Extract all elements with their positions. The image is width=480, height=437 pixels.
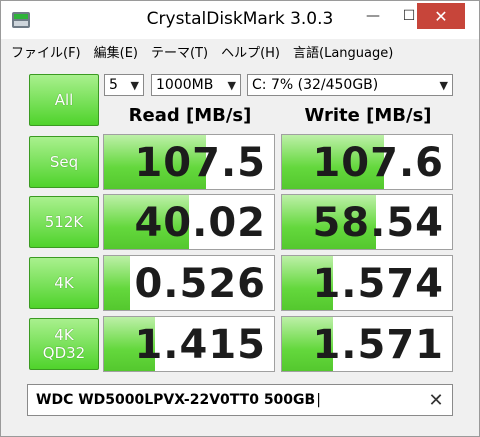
4k-button[interactable]: 4K: [29, 257, 99, 309]
menu-bar: ファイル(F) 編集(E) テーマ(T) ヘルプ(H) 言語(Language): [1, 39, 479, 63]
512k-write-cell: 58.54: [281, 194, 453, 250]
test-count-value: 5: [109, 77, 118, 93]
text-caret: |: [316, 392, 321, 408]
4k-write-cell: 1.574: [281, 255, 453, 311]
chevron-down-icon: ▼: [227, 79, 236, 92]
4k-qd32-label-line1: 4K: [54, 326, 74, 344]
seq-read-cell: 107.5: [103, 134, 275, 190]
comment-text: WDC WD5000LPVX-22V0TT0 500GB: [36, 392, 316, 408]
512k-button[interactable]: 512K: [29, 196, 99, 248]
4k-qd32-read-value: 1.415: [134, 322, 266, 368]
4k-read-cell: 0.526: [103, 255, 275, 311]
chevron-down-icon: ▼: [130, 79, 139, 92]
seq-write-cell: 107.6: [281, 134, 453, 190]
test-count-select[interactable]: 5 ▼: [104, 74, 144, 96]
menu-help[interactable]: ヘルプ(H): [221, 42, 280, 61]
close-button[interactable]: ✕: [417, 3, 465, 29]
512k-read-value: 40.02: [134, 200, 266, 246]
512k-write-value: 58.54: [312, 200, 444, 246]
menu-theme[interactable]: テーマ(T): [151, 42, 208, 61]
seq-read-value: 107.5: [134, 140, 266, 186]
drive-value: C: 7% (32/450GB): [252, 77, 379, 93]
4k-write-value: 1.574: [312, 261, 444, 307]
menu-edit[interactable]: 編集(E): [94, 42, 138, 61]
512k-read-cell: 40.02: [103, 194, 275, 250]
drive-select[interactable]: C: 7% (32/450GB) ▼: [247, 74, 453, 96]
test-size-select[interactable]: 1000MB ▼: [151, 74, 241, 96]
4k-qd32-write-cell: 1.571: [281, 316, 453, 372]
comment-input[interactable]: WDC WD5000LPVX-22V0TT0 500GB |: [27, 384, 453, 416]
seq-button[interactable]: Seq: [29, 136, 99, 188]
chevron-down-icon: ▼: [439, 79, 448, 92]
4k-qd32-read-cell: 1.415: [103, 316, 275, 372]
write-header: Write [MB/s]: [304, 105, 432, 126]
read-header: Read [MB/s]: [128, 105, 252, 126]
4k-qd32-write-value: 1.571: [312, 322, 444, 368]
menu-language[interactable]: 言語(Language): [293, 42, 393, 61]
4k-qd32-button[interactable]: 4K QD32: [29, 318, 99, 370]
menu-file[interactable]: ファイル(F): [11, 42, 81, 61]
clear-icon[interactable]: ✕: [425, 389, 447, 411]
4k-qd32-label-line2: QD32: [42, 344, 86, 362]
4k-read-value: 0.526: [134, 261, 266, 307]
app-window: CrystalDiskMark 3.0.3 — ☐ ✕ ファイル(F) 編集(E…: [0, 0, 480, 437]
test-size-value: 1000MB: [156, 77, 214, 93]
seq-write-value: 107.6: [312, 140, 444, 186]
title-bar: CrystalDiskMark 3.0.3 — ☐ ✕: [1, 1, 479, 39]
all-button[interactable]: All: [29, 74, 99, 126]
minimize-button[interactable]: —: [355, 1, 391, 31]
4k-read-bar: [104, 256, 130, 310]
